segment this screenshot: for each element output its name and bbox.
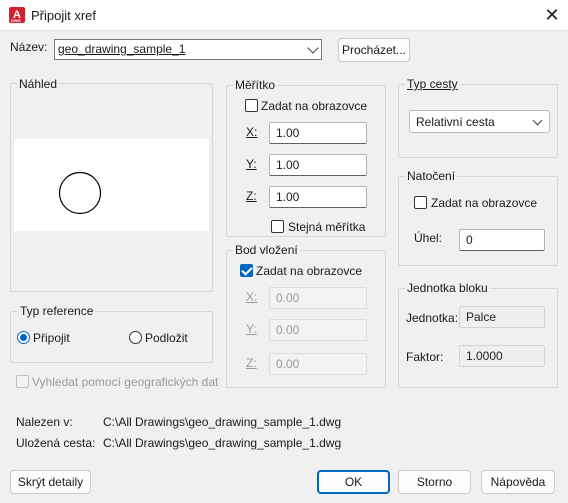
unit-field: Palce (459, 306, 545, 328)
factor-label: Faktor: (406, 350, 444, 364)
scale-specify-label: Zadat na obrazovce (261, 99, 368, 113)
name-value: geo_drawing_sample_1 (58, 42, 186, 57)
hide-details-button[interactable]: Skrýt detaily (10, 470, 91, 494)
chevron-down-icon (532, 115, 543, 126)
scale-z-label: Z: (246, 189, 257, 203)
preview-title: Náhled (17, 77, 60, 91)
factor-field: 1.0000 (459, 345, 545, 367)
uniform-scale-checkbox[interactable] (271, 220, 284, 233)
browse-button[interactable]: Procházet... (338, 38, 410, 62)
scale-y-label: Y: (246, 157, 257, 171)
scale-z-value: 1.00 (276, 190, 300, 204)
scale-y-value: 1.00 (276, 158, 300, 172)
rotation-group (398, 176, 558, 266)
scale-x-label: X: (246, 125, 258, 139)
geo-locate-label: Vyhledat pomocí geografických dat (32, 375, 219, 389)
path-type-value: Relativní cesta (416, 115, 495, 129)
reference-type-title: Typ reference (18, 304, 96, 318)
saved-path-value: C:\All Drawings\geo_drawing_sample_1.dwg (103, 436, 342, 450)
name-label: Název: (10, 40, 48, 54)
rotation-specify-checkbox[interactable] (414, 196, 427, 209)
scale-x-input[interactable]: 1.00 (269, 122, 367, 144)
path-type-select[interactable]: Relativní cesta (409, 110, 550, 133)
scale-z-input[interactable]: 1.00 (269, 186, 367, 208)
block-unit-title: Jednotka bloku (405, 281, 490, 295)
overlay-radio[interactable] (129, 331, 142, 344)
angle-label: Úhel: (414, 231, 443, 245)
rotation-title: Natočení (405, 169, 458, 183)
insertion-specify-checkbox[interactable] (240, 264, 253, 277)
found-in-label: Nalezen v: (16, 415, 73, 429)
insertion-y-label: Y: (246, 322, 257, 336)
insertion-y-input: 0.00 (269, 319, 367, 341)
uniform-scale-label: Stejná měřítka (288, 220, 366, 234)
cancel-button[interactable]: Storno (398, 470, 471, 494)
angle-input[interactable]: 0 (459, 229, 545, 251)
ok-button[interactable]: OK (317, 470, 390, 494)
window-title: Připojit xref (31, 8, 97, 23)
scale-specify-checkbox[interactable] (245, 99, 258, 112)
rotation-specify-label: Zadat na obrazovce (431, 196, 538, 210)
insertion-z-input: 0.00 (269, 353, 367, 375)
chevron-down-icon (307, 42, 319, 54)
block-unit-group (398, 288, 558, 388)
insertion-y-value: 0.00 (276, 323, 300, 337)
overlay-label: Podložit (145, 331, 188, 345)
preview-circle-drawing (58, 171, 102, 215)
saved-path-label: Uložená cesta: (16, 436, 96, 450)
help-button[interactable]: Nápověda (481, 470, 555, 494)
unit-value: Palce (466, 310, 497, 324)
scale-y-input[interactable]: 1.00 (269, 154, 367, 176)
angle-value: 0 (466, 233, 473, 247)
found-in-value: C:\All Drawings\geo_drawing_sample_1.dwg (103, 415, 342, 429)
insertion-x-input: 0.00 (269, 287, 367, 309)
app-icon-sub: DWG (11, 18, 21, 23)
insertion-z-value: 0.00 (276, 357, 300, 371)
scale-x-value: 1.00 (276, 126, 300, 140)
insertion-x-label: X: (246, 290, 258, 304)
insertion-x-value: 0.00 (276, 291, 300, 305)
insertion-title: Bod vložení (233, 243, 300, 257)
scale-title: Měřítko (233, 78, 278, 92)
path-type-title: Typ cesty (405, 77, 460, 91)
preview-canvas (14, 139, 209, 231)
name-combobox[interactable]: geo_drawing_sample_1 (54, 39, 322, 60)
close-icon[interactable]: ✕ (541, 4, 563, 26)
insertion-z-label: Z: (246, 356, 257, 370)
geo-locate-checkbox (16, 375, 29, 388)
attach-radio[interactable] (17, 331, 30, 344)
insertion-specify-label: Zadat na obrazovce (256, 264, 363, 278)
factor-value: 1.0000 (466, 349, 503, 363)
autocad-app-icon: A DWG (9, 7, 25, 23)
attach-label: Připojit (33, 331, 70, 345)
unit-label: Jednotka: (406, 311, 459, 325)
